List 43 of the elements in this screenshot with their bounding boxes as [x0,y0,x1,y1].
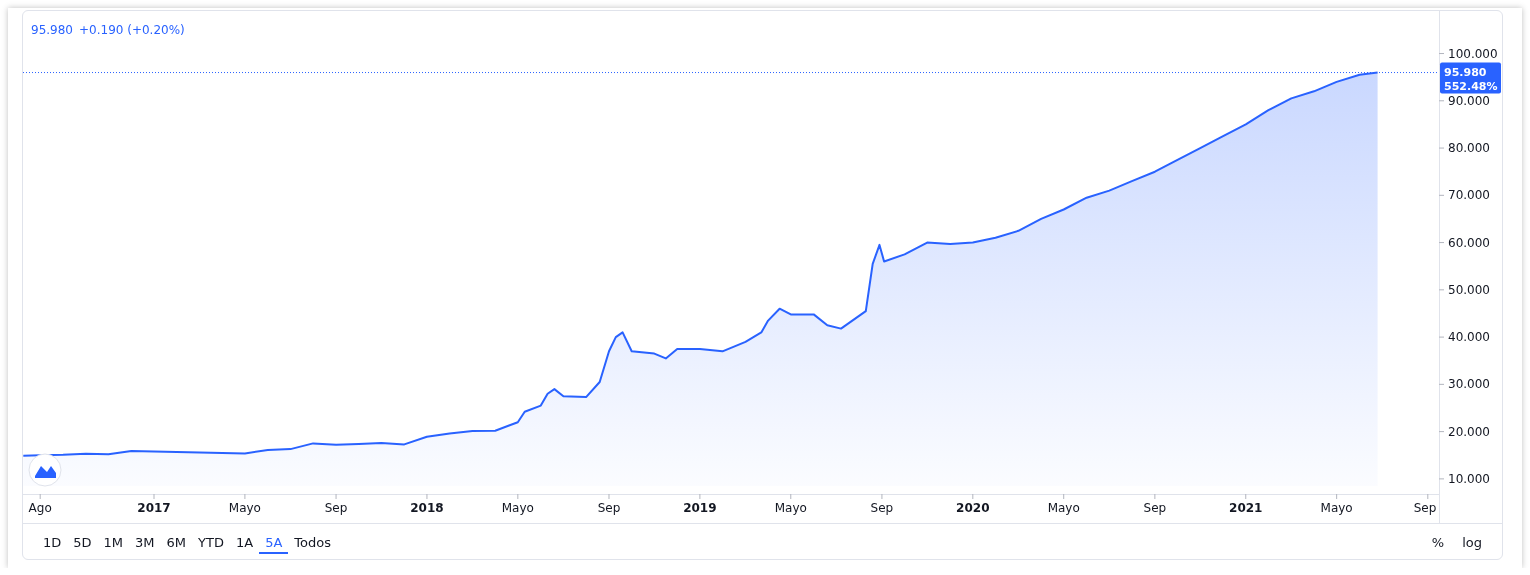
y-axis-label: 20.000 [1448,424,1490,439]
x-axis-label: Sep [597,501,621,515]
last-price: 95.980 [31,23,73,37]
y-axis-label: 50.000 [1448,282,1490,297]
range-tab[interactable]: 5A [259,531,289,554]
x-axis-label: Ago [28,501,52,515]
y-axis-label: 70.000 [1448,188,1490,203]
y-axis-label: 60.000 [1448,235,1490,250]
price-tag-percent: 552.48% [1444,79,1498,93]
range-tab[interactable]: Todos [288,531,337,554]
x-axis-label: Mayo [1320,501,1353,515]
y-axis-label: 80.000 [1448,141,1490,156]
price-tag-value: 95.980 [1444,65,1487,79]
x-axis-label: Sep [324,501,348,515]
range-tab[interactable]: 5D [67,531,98,554]
y-axis-label: 100.000 [1448,46,1498,61]
y-axis-label: 10.000 [1448,471,1490,486]
x-axis-label: 2019 [683,501,717,515]
y-axis-label: 40.000 [1448,330,1490,345]
range-tab[interactable]: YTD [192,531,230,554]
range-tab[interactable]: 6M [160,531,193,554]
scale-button[interactable]: log [1456,531,1488,554]
x-axis-label: Mayo [228,501,261,515]
price-change: +0.190 (+0.20%) [79,23,185,37]
x-axis-label: Mayo [774,501,807,515]
range-tab[interactable]: 1M [97,531,130,554]
range-tab[interactable]: 3M [129,531,161,554]
x-axis-label: 2018 [410,501,444,515]
x-axis-label: Sep [870,501,894,515]
range-tab[interactable]: 1D [37,531,68,554]
y-axis-label: 90.000 [1448,93,1490,108]
price-tag [1440,62,1501,94]
x-axis-label: Mayo [1047,501,1080,515]
logo-icon[interactable] [28,453,62,487]
x-axis-label: Sep [1413,501,1437,515]
y-axis-label: 30.000 [1448,377,1490,392]
range-tab[interactable]: 1A [229,531,260,554]
x-axis-label: Sep [1143,501,1167,515]
x-axis-label: 2017 [137,501,171,515]
x-axis-label: Mayo [501,501,534,515]
x-axis-label: 2021 [1229,501,1263,515]
x-axis-label: 2020 [956,501,990,515]
scale-button[interactable]: % [1425,531,1451,554]
